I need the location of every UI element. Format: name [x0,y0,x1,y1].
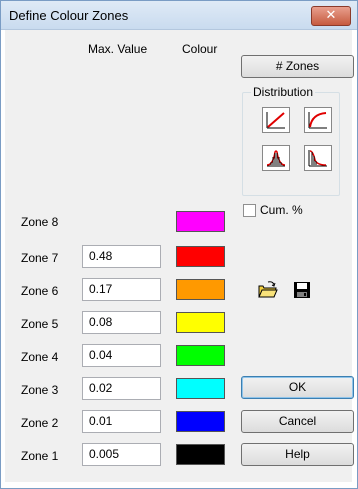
distribution-label: Distribution [251,85,316,99]
zone-8-colour-swatch[interactable] [176,211,225,232]
save-button[interactable] [290,279,316,303]
zone-7-max-input[interactable]: 0.48 [82,245,161,268]
save-disk-icon [294,282,310,298]
zone-2-max-input[interactable]: 0.01 [82,410,161,433]
linear-distribution-icon [266,112,285,129]
zones-button[interactable]: # Zones [241,55,354,78]
dialog-body: Max. Value Colour Zone 8 Zone 7 0.48 Zon… [5,30,354,482]
normal-distribution-button[interactable] [262,145,290,171]
zone-3-label: Zone 3 [21,383,59,397]
max-value-header: Max. Value [88,42,148,56]
zone-8-label: Zone 8 [21,215,59,229]
zone-1-max-input[interactable]: 0.005 [82,443,161,466]
zone-2-colour-swatch[interactable] [176,411,225,432]
title-bar: Define Colour Zones ✕ [1,1,357,30]
zone-3-max-input[interactable]: 0.02 [82,377,161,400]
cumulative-percent-checkbox[interactable] [243,204,256,217]
zone-1-label: Zone 1 [21,449,59,463]
cumulative-distribution-button[interactable] [304,145,332,171]
curve-distribution-button[interactable] [304,107,332,133]
cumulative-percent-label: Cum. % [260,203,303,217]
zone-7-colour-swatch[interactable] [176,246,225,267]
zone-1-colour-swatch[interactable] [176,444,225,465]
normal-distribution-icon [266,150,286,167]
ok-button[interactable]: OK [241,376,354,399]
zone-4-label: Zone 4 [21,350,59,364]
open-folder-icon [258,281,278,298]
help-button[interactable]: Help [241,443,354,466]
zone-5-label: Zone 5 [21,317,59,331]
open-button[interactable] [256,279,282,303]
cumulative-distribution-icon [308,150,327,167]
zone-4-max-input[interactable]: 0.04 [82,344,161,367]
zone-6-max-input[interactable]: 0.17 [82,278,161,301]
zone-3-colour-swatch[interactable] [176,378,225,399]
zone-6-label: Zone 6 [21,284,59,298]
linear-distribution-button[interactable] [262,107,290,133]
close-icon: ✕ [325,8,337,23]
close-button[interactable]: ✕ [311,6,351,26]
colour-header: Colour [182,42,218,56]
curve-distribution-icon [308,112,327,129]
zone-7-label: Zone 7 [21,251,59,265]
zone-4-colour-swatch[interactable] [176,345,225,366]
dialog-window: Define Colour Zones ✕ Max. Value Colour … [0,0,358,489]
zone-6-colour-swatch[interactable] [176,279,225,300]
cancel-button[interactable]: Cancel [241,410,354,433]
zone-5-max-input[interactable]: 0.08 [82,311,161,334]
window-title: Define Colour Zones [9,8,129,23]
zone-5-colour-swatch[interactable] [176,312,225,333]
zone-2-label: Zone 2 [21,416,59,430]
